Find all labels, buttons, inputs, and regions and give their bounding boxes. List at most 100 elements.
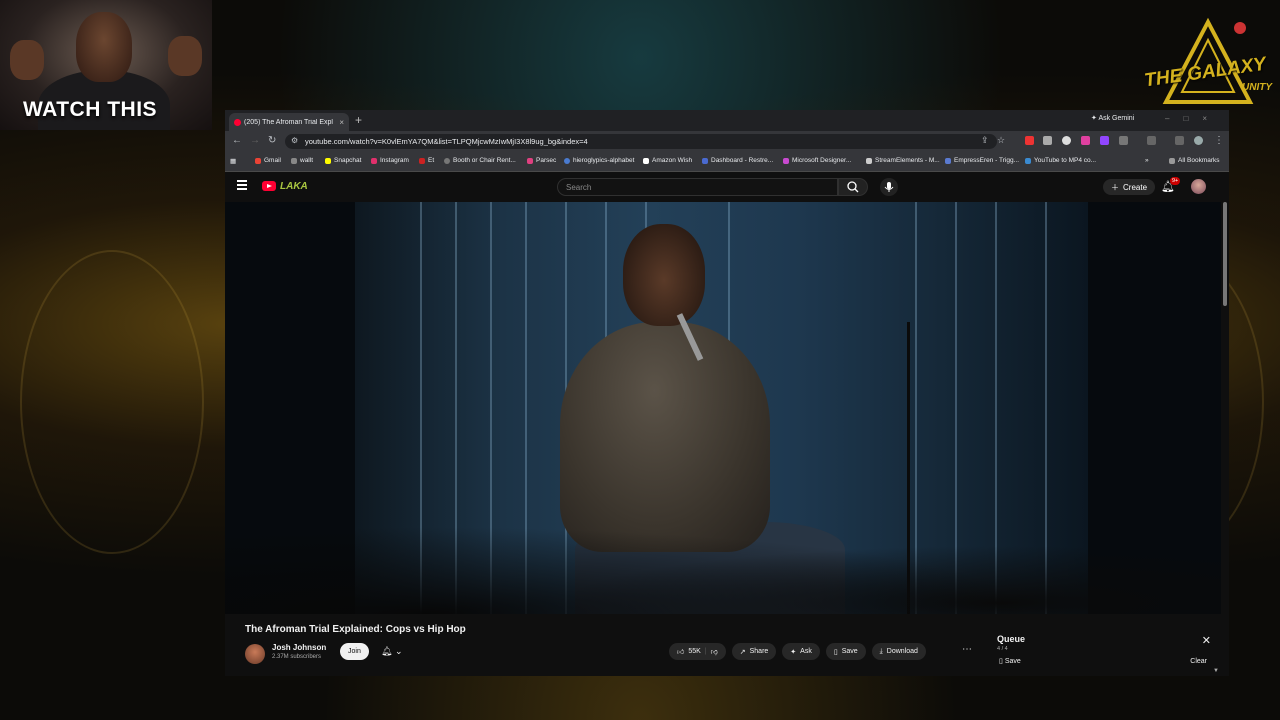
bookmark-yt-mp4[interactable]: YouTube to MP4 co...	[1025, 157, 1096, 164]
queue-save-label: Save	[1004, 658, 1021, 665]
ask-gemini-button[interactable]: ✦ Ask Gemini	[1091, 114, 1134, 122]
bookmarks-bar: ▦ Gmail wallt Snapchat Instagram Et Boot…	[225, 152, 1229, 172]
youtube-doodle[interactable]: LAKA	[280, 181, 308, 192]
share-icon: ↗	[739, 648, 746, 656]
search-button[interactable]	[838, 178, 868, 196]
bookmark-instagram[interactable]: Instagram	[371, 157, 409, 164]
apps-grid-icon[interactable]: ▦	[230, 157, 236, 165]
all-bookmarks[interactable]: All Bookmarks	[1169, 157, 1220, 164]
share-label: Share	[749, 648, 769, 655]
audience-silhouettes	[225, 502, 1221, 614]
bookmark-empress[interactable]: EmpressEren - Trigg...	[945, 157, 1019, 164]
browser-toolbar: ← → ↻ ⚙ youtube.com/watch?v=K0vlEmYA7QM&…	[225, 131, 1229, 152]
download-label: Download	[886, 648, 918, 655]
rocket-icon	[1234, 22, 1246, 34]
notification-badge: 9+	[1170, 177, 1181, 185]
video-title: The Afroman Trial Explained: Cops vs Hip…	[245, 624, 466, 635]
bookmark-designer[interactable]: Microsoft Designer...	[783, 157, 851, 164]
install-icon[interactable]: ⇪	[981, 135, 989, 146]
create-button[interactable]: ＋ Create	[1103, 179, 1156, 195]
search-placeholder: Search	[566, 183, 592, 192]
performer-head	[623, 224, 705, 326]
subscribed-bell-button[interactable]: 🔔︎ ⌄	[381, 646, 403, 657]
bookmark-booth[interactable]: Booth or Chair Rent...	[444, 157, 516, 164]
parsec-icon	[527, 157, 533, 164]
account-avatar[interactable]	[1191, 179, 1206, 194]
close-icon[interactable]: ✕	[1202, 634, 1211, 647]
more-actions-icon[interactable]: ⋯	[962, 644, 972, 655]
bookmark-gmail[interactable]: Gmail	[255, 157, 281, 164]
close-tab-icon[interactable]: ×	[339, 118, 344, 127]
gmail-icon	[255, 157, 261, 164]
site-info-icon[interactable]: ⚙	[291, 136, 298, 145]
extension-icon[interactable]	[1043, 136, 1052, 145]
browser-tab-active[interactable]: (205) The Afroman Trial Expl ×	[229, 113, 349, 131]
instagram-icon	[371, 157, 377, 164]
bookmark-streamelements[interactable]: StreamElements - M...	[866, 157, 940, 164]
streamer-hand-left	[10, 40, 44, 80]
ask-button[interactable]: ✦ Ask	[782, 643, 820, 660]
like-count: 55K	[688, 648, 701, 655]
community-logo-subtext: UNITY	[1242, 82, 1272, 93]
menu-kebab-icon[interactable]: ⋮	[1214, 135, 1224, 146]
extensions-puzzle-icon[interactable]	[1119, 136, 1128, 145]
bookmark-parsec[interactable]: Parsec	[527, 157, 556, 164]
youtube-logo-icon[interactable]	[262, 181, 276, 191]
reload-icon[interactable]: ↻	[268, 135, 276, 146]
share-button[interactable]: ↗ Share	[731, 643, 777, 660]
tab-title: (205) The Afroman Trial Expl	[244, 118, 333, 126]
page-scrollbar[interactable]	[1223, 202, 1227, 306]
bookmark-wallt[interactable]: wallt	[291, 157, 313, 164]
bookmark-star-icon[interactable]: ☆	[997, 135, 1005, 146]
thumbs-down-icon[interactable]: 👎︎	[711, 647, 718, 656]
ask-gemini-label: Ask Gemini	[1098, 115, 1135, 122]
bookmarks-overflow-icon[interactable]: »	[1145, 157, 1149, 164]
window-controls[interactable]: –□×	[1165, 114, 1221, 123]
sidebar-icon[interactable]	[1147, 136, 1156, 145]
queue-save-button[interactable]: ▯ Save	[999, 657, 1021, 665]
join-button[interactable]: Join	[340, 643, 369, 660]
extension-icon[interactable]	[1062, 136, 1071, 145]
video-player[interactable]	[225, 202, 1221, 614]
new-tab-button[interactable]: +	[355, 113, 362, 127]
forward-icon[interactable]: →	[250, 135, 260, 146]
bookmark-snapchat[interactable]: Snapchat	[325, 157, 361, 164]
extension-icon[interactable]	[1100, 136, 1109, 145]
download-button[interactable]: ⤓ Download	[871, 643, 926, 660]
globe-icon	[444, 157, 450, 164]
like-button[interactable]: 👍︎ 55K | 👎︎	[669, 643, 726, 660]
media-icon[interactable]	[1175, 136, 1184, 145]
profile-icon[interactable]	[1194, 136, 1203, 145]
queue-panel: Queue 4 / 4 ✕ ▯ Save Clear ▼	[987, 630, 1223, 676]
bookmark-icon: ▯	[833, 648, 838, 656]
background-swirl	[20, 250, 204, 554]
address-bar[interactable]: ⚙ youtube.com/watch?v=K0vlEmYA7QM&list=T…	[285, 134, 1005, 149]
queue-title: Queue	[997, 634, 1026, 644]
snapchat-icon	[325, 157, 331, 164]
bookmark-amazon[interactable]: Amazon Wish	[643, 157, 692, 164]
streamelements-icon	[866, 157, 872, 164]
voice-search-button[interactable]	[880, 178, 898, 196]
scroll-down-icon[interactable]: ▼	[1213, 668, 1219, 674]
queue-clear-button[interactable]: Clear	[1190, 658, 1207, 665]
channel-avatar[interactable]	[245, 644, 265, 664]
folder-icon	[1169, 157, 1175, 164]
streamer-hand-right	[168, 36, 202, 76]
youtube-header: LAKA Search ＋ Create 🔔︎ 9+	[225, 172, 1229, 202]
bookmark-et[interactable]: Et	[419, 157, 434, 164]
video-details: The Afroman Trial Explained: Cops vs Hip…	[225, 614, 1229, 676]
back-icon[interactable]: ←	[232, 135, 242, 146]
extension-icon[interactable]	[1081, 136, 1090, 145]
microphone-icon	[884, 182, 894, 192]
search-input[interactable]: Search	[557, 178, 838, 196]
channel-name[interactable]: Josh Johnson	[272, 643, 326, 652]
bookmark-hieroglyphics[interactable]: hieroglypics-alphabet	[564, 157, 634, 164]
hamburger-menu-icon[interactable]	[237, 180, 247, 192]
bookmark-icon	[945, 157, 951, 164]
save-button[interactable]: ▯ Save	[825, 643, 866, 660]
download-icon: ⤓	[879, 647, 883, 655]
bell-icon: 🔔︎	[381, 646, 393, 656]
extension-icon[interactable]	[1025, 136, 1034, 145]
bookmark-restream[interactable]: Dashboard - Restre...	[702, 157, 773, 164]
bookmark-icon	[1025, 157, 1031, 164]
